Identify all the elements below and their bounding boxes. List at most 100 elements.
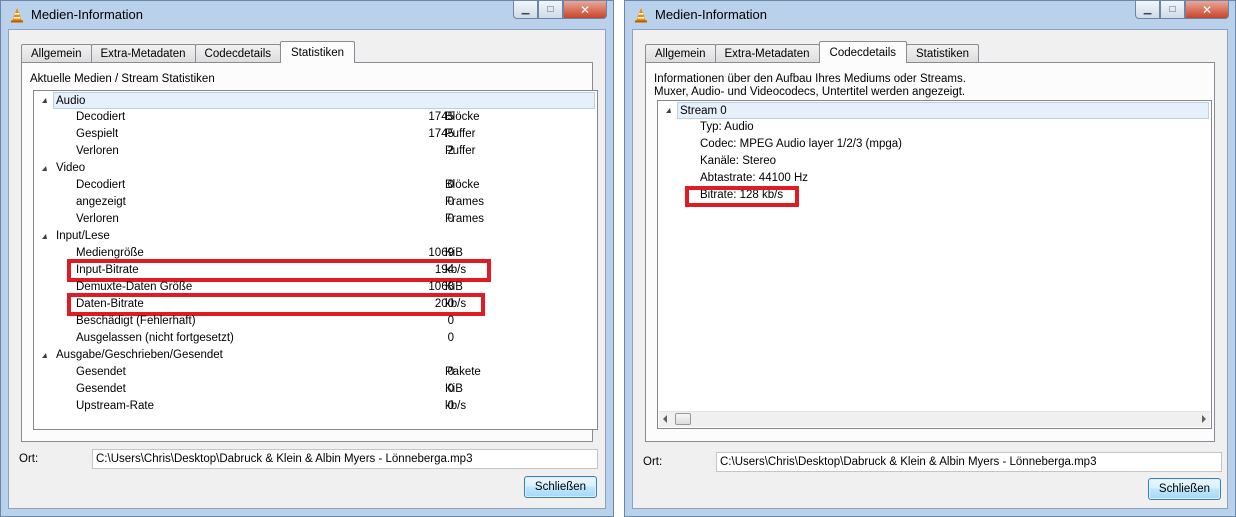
minimize-icon[interactable]: ▁ [1135, 1, 1160, 19]
codec-panel: Informationen über den Aufbau Ihres Medi… [645, 62, 1215, 442]
stream-field: Typ: Audio [700, 121, 754, 133]
category-label: Ausgabe/Geschrieben/Gesendet [56, 349, 223, 361]
horizontal-scrollbar[interactable] [659, 411, 1210, 427]
stream-field: Kanäle: Stereo [700, 155, 777, 167]
media-info-window-statistics: Medien-Information ▁ □ ✕ Allgemein Extra… [0, 0, 614, 517]
scroll-left-icon[interactable] [663, 415, 667, 423]
window-title: Medien-Information [655, 7, 767, 22]
expand-triangle-icon[interactable] [42, 166, 47, 171]
stat-label: Decodiert [76, 179, 126, 191]
tree-category-row[interactable]: Ausgabe/Geschrieben/Gesendet [34, 347, 597, 364]
stat-unit: Blöcke [445, 179, 480, 191]
stat-row[interactable]: Verloren 0 Frames [34, 211, 597, 228]
tab-allgemein[interactable]: Allgemein [21, 44, 92, 63]
stream-field-row: Kanäle: Stereo [658, 153, 1211, 170]
scroll-right-icon[interactable] [1202, 415, 1206, 423]
close-icon[interactable]: ✕ [1185, 1, 1229, 19]
stat-label: Gespielt [76, 128, 119, 140]
stream-field: Codec: MPEG Audio layer 1/2/3 (mpga) [700, 138, 902, 150]
tab-codecdetails[interactable]: Codecdetails [818, 41, 907, 63]
expand-triangle-icon[interactable] [666, 108, 671, 113]
stat-row[interactable]: Verloren 2 Puffer [34, 143, 597, 160]
tab-statistiken[interactable]: Statistiken [906, 44, 980, 63]
stat-unit: Pakete [445, 366, 481, 378]
stat-label: Verloren [76, 145, 119, 157]
description-line-2: Muxer, Audio- und Videocodecs, Untertite… [654, 86, 966, 98]
tab-bar: Allgemein Extra-Metadaten Codecdetails S… [21, 41, 356, 63]
stat-label: Ausgelassen (nicht fortgesetzt) [76, 332, 234, 344]
category-label: Input/Lese [56, 230, 110, 242]
stat-unit: Blöcke [445, 111, 480, 123]
expand-triangle-icon[interactable] [42, 98, 47, 103]
maximize-icon[interactable]: □ [538, 1, 563, 19]
expand-triangle-icon[interactable] [42, 353, 47, 358]
stream-field-row: Typ: Audio [658, 119, 1211, 136]
codec-tree[interactable]: Stream 0 Typ: Audio Codec: MPEG Audio la… [657, 100, 1212, 429]
category-selection[interactable]: Audio [53, 92, 595, 109]
stat-label: Upstream-Rate [76, 400, 154, 412]
dialog-body: Allgemein Extra-Metadaten Codecdetails S… [8, 29, 606, 509]
tab-extra-metadaten[interactable]: Extra-Metadaten [90, 44, 196, 63]
tree-category-row[interactable]: Video [34, 160, 597, 177]
expand-triangle-icon[interactable] [42, 234, 47, 239]
stream-selection[interactable]: Stream 0 [677, 102, 1209, 119]
category-label: Audio [56, 95, 86, 107]
section-title: Aktuelle Medien / Stream Statistiken [30, 73, 215, 85]
location-label: Ort: [643, 456, 663, 468]
stat-row[interactable]: Ausgelassen (nicht fortgesetzt) 0 [34, 330, 597, 347]
stat-row[interactable]: Decodiert 0 Blöcke [34, 177, 597, 194]
tab-codecdetails[interactable]: Codecdetails [194, 44, 281, 63]
stat-unit: kb/s [445, 400, 467, 412]
stat-label: Beschädigt (Fehlerhaft) [76, 315, 196, 327]
stream-field-row: Codec: MPEG Audio layer 1/2/3 (mpga) [658, 136, 1211, 153]
stat-unit: KiB [445, 383, 463, 395]
title-bar[interactable]: Medien-Information ▁ □ ✕ [625, 1, 1235, 29]
stat-row[interactable]: Beschädigt (Fehlerhaft) 0 [34, 313, 597, 330]
stream-name: Stream 0 [680, 105, 727, 117]
stat-row[interactable]: Gesendet 0 Pakete [34, 364, 597, 381]
stat-unit: Puffer [445, 128, 476, 140]
scrollbar-thumb[interactable] [675, 413, 691, 425]
statistics-tree[interactable]: Audio Decodiert 1745 Blöcke Gespielt 1745 Puff… [33, 90, 598, 430]
category-label: Video [56, 162, 86, 174]
tree-category-row[interactable]: Audio [34, 92, 597, 109]
vlc-cone-icon [11, 8, 23, 23]
tab-bar: Allgemein Extra-Metadaten Codecdetails S… [645, 41, 980, 63]
tree-row-stream[interactable]: Stream 0 [658, 102, 1211, 119]
stat-row[interactable]: Decodiert 1745 Blöcke [34, 109, 597, 126]
window-title: Medien-Information [31, 7, 143, 22]
bitrate-highlight-box [685, 186, 799, 207]
vlc-cone-icon [635, 8, 647, 23]
close-icon[interactable]: ✕ [563, 1, 607, 19]
title-bar[interactable]: Medien-Information ▁ □ ✕ [1, 1, 613, 29]
stat-label: angezeigt [76, 196, 126, 208]
location-field[interactable]: C:\Users\Chris\Desktop\Dabruck & Klein &… [716, 452, 1222, 472]
media-info-window-codec: Medien-Information ▁ □ ✕ Allgemein Extra… [624, 0, 1236, 517]
tab-extra-metadaten[interactable]: Extra-Metadaten [714, 44, 820, 63]
stat-label: Decodiert [76, 111, 126, 123]
description-line-1: Informationen über den Aufbau Ihres Medi… [654, 73, 966, 85]
close-button[interactable]: Schließen [1148, 478, 1221, 500]
tree-category-row[interactable]: Input/Lese [34, 228, 597, 245]
stream-field-row: Abtastrate: 44100 Hz [658, 170, 1211, 187]
tab-statistiken[interactable]: Statistiken [280, 41, 356, 63]
stat-value: 0 [447, 315, 454, 327]
minimize-icon[interactable]: ▁ [513, 1, 538, 19]
stream-field: Abtastrate: 44100 Hz [700, 172, 809, 184]
stat-value: 0 [447, 332, 454, 344]
stat-label: Gesendet [76, 366, 126, 378]
stat-row[interactable]: Upstream-Rate 0 kb/s [34, 398, 597, 415]
location-field[interactable]: C:\Users\Chris\Desktop\Dabruck & Klein &… [92, 449, 598, 469]
statistics-panel: Aktuelle Medien / Stream Statistiken Aud… [21, 62, 598, 442]
close-button[interactable]: Schließen [524, 476, 597, 498]
stat-label: Verloren [76, 213, 119, 225]
stat-row[interactable]: Gespielt 1745 Puffer [34, 126, 597, 143]
stat-row[interactable]: angezeigt 0 Frames [34, 194, 597, 211]
location-label: Ort: [19, 453, 39, 465]
tab-allgemein[interactable]: Allgemein [645, 44, 716, 63]
stat-unit: Frames [445, 213, 484, 225]
stat-unit: Frames [445, 196, 484, 208]
stat-row[interactable]: Gesendet 0 KiB [34, 381, 597, 398]
maximize-icon[interactable]: □ [1160, 1, 1185, 19]
stat-unit: Puffer [445, 145, 476, 157]
